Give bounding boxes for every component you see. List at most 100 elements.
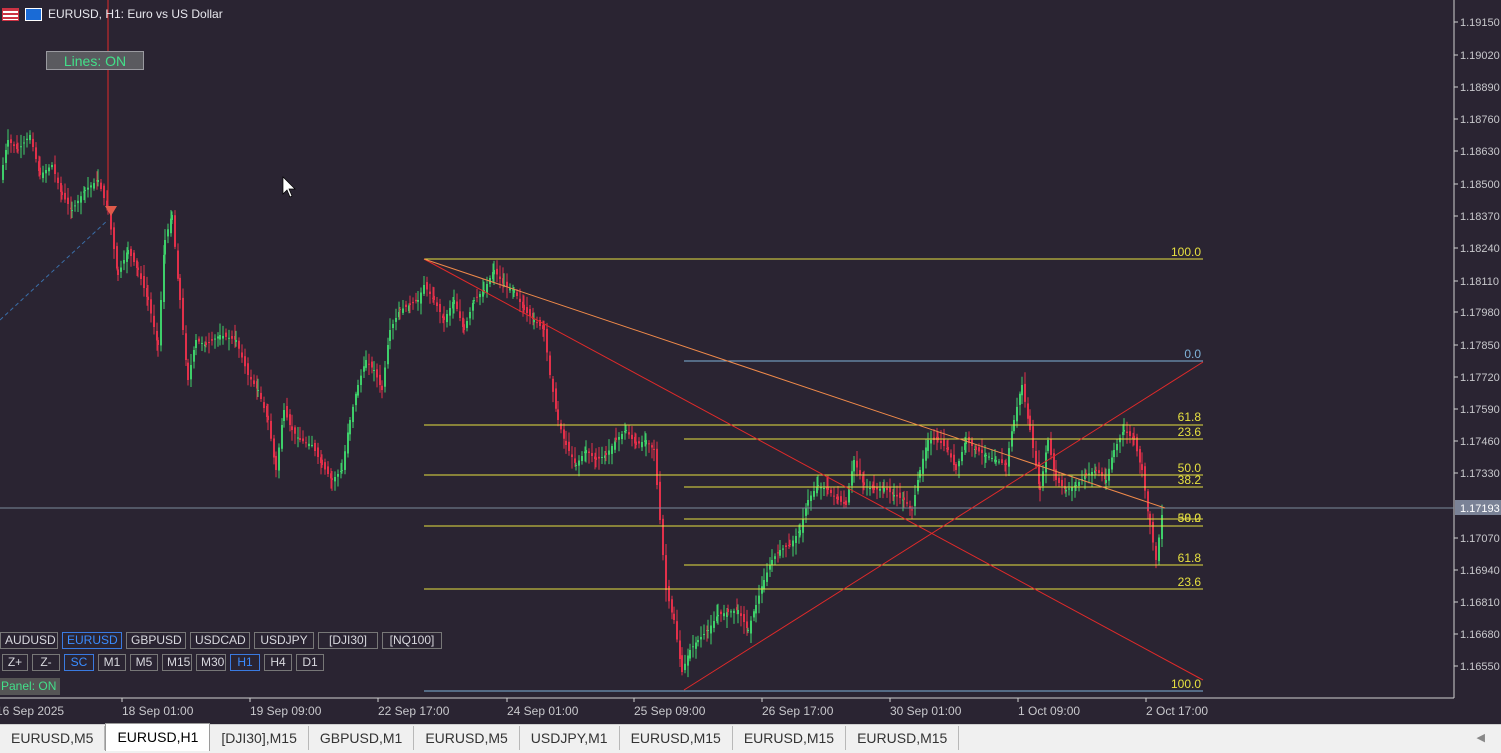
symbol-button-eurusd[interactable]: EURUSD xyxy=(62,632,122,649)
scroll-left-icon[interactable]: ◀ xyxy=(1477,731,1485,744)
candle-body xyxy=(77,200,79,204)
timeframe-button-zminus[interactable]: Z- xyxy=(32,654,60,671)
candle-body xyxy=(456,301,458,309)
candle-body xyxy=(740,613,742,616)
candle-body xyxy=(591,453,593,456)
candle-body xyxy=(703,634,705,635)
candle-body xyxy=(392,324,394,328)
timeframe-button-m1[interactable]: M1 xyxy=(98,654,126,671)
candle-body xyxy=(914,495,916,507)
candle-body xyxy=(1071,487,1073,492)
candle-body xyxy=(598,456,600,459)
candle-body xyxy=(360,375,362,385)
candle-body xyxy=(426,282,428,290)
candle-body xyxy=(763,580,765,590)
price-tick-label: 1.16810 xyxy=(1460,597,1500,609)
timeframe-button-h4[interactable]: H4 xyxy=(264,654,292,671)
chart-tab--dji30--m15[interactable]: [DJI30],M15 xyxy=(210,726,309,750)
candle-body xyxy=(449,308,451,316)
candle-body xyxy=(1024,383,1026,402)
candle-body xyxy=(981,449,983,453)
price-tick-label: 1.18500 xyxy=(1460,179,1500,191)
candle-body xyxy=(917,480,919,492)
chart-tab-gbpusd-m1[interactable]: GBPUSD,M1 xyxy=(309,726,415,750)
candle-body xyxy=(840,496,842,502)
candle-body xyxy=(1029,415,1031,430)
panel-toggle-button[interactable]: Panel: ON xyxy=(0,678,60,695)
candle-body xyxy=(235,340,237,343)
price-tick-label: 1.18630 xyxy=(1460,146,1500,158)
timeframe-button-zplus[interactable]: Z+ xyxy=(2,654,28,671)
timeframe-button-d1[interactable]: D1 xyxy=(296,654,324,671)
candle-body xyxy=(988,456,990,458)
candle-body xyxy=(533,320,535,323)
candle-body xyxy=(87,187,89,190)
candle-body xyxy=(267,415,269,420)
fib2-level-100: 100.0 xyxy=(1171,677,1201,691)
candle-body xyxy=(681,655,683,672)
symbol-button-audusd[interactable]: AUDUSD xyxy=(0,632,58,649)
candle-body xyxy=(943,439,945,446)
candle-body xyxy=(29,135,31,141)
timeframe-button-row: Z+ Z- SC M1 M5 M15 M30 H1 H4 D1 xyxy=(2,654,324,671)
candle-body xyxy=(402,308,404,313)
chart-tab-eurusd-m15[interactable]: EURUSD,M15 xyxy=(733,726,847,750)
lines-toggle-button[interactable]: Lines: ON xyxy=(46,51,144,70)
price-tick-label: 1.18110 xyxy=(1460,276,1499,288)
candle-body xyxy=(621,434,623,440)
candle-body xyxy=(813,491,815,497)
candle-body xyxy=(436,302,438,306)
candle-body xyxy=(289,414,291,425)
candle-body xyxy=(713,621,715,628)
candle-body xyxy=(67,197,69,204)
candle-body xyxy=(817,485,819,486)
candle-body xyxy=(395,318,397,322)
chart-tab-eurusd-h1[interactable]: EURUSD,H1 xyxy=(105,723,211,751)
candle-body xyxy=(1111,457,1113,470)
symbol-button-usdcad[interactable]: USDCAD xyxy=(190,632,250,649)
candle-body xyxy=(581,456,583,462)
candle-body xyxy=(185,333,187,360)
timeframe-button-m15[interactable]: M15 xyxy=(162,654,192,671)
candle-body xyxy=(710,625,712,634)
candle-body xyxy=(761,586,763,594)
candle-body xyxy=(737,610,739,615)
candle-body xyxy=(985,455,987,457)
candle-body xyxy=(795,536,797,543)
candle-body xyxy=(7,140,9,147)
chart-tab-eurusd-m15[interactable]: EURUSD,M15 xyxy=(620,726,733,750)
candle-body xyxy=(720,611,722,615)
candle-body xyxy=(355,393,357,406)
candle-body xyxy=(305,442,307,444)
candle-body xyxy=(940,440,942,443)
chart-tab-eurusd-m15[interactable]: EURUSD,M15 xyxy=(846,726,960,750)
timeframe-button-m5[interactable]: M5 xyxy=(130,654,158,671)
candle-body xyxy=(473,300,475,301)
timeframe-button-h1[interactable]: H1 xyxy=(230,654,260,671)
symbol-button-nq100[interactable]: [NQ100] xyxy=(382,632,442,649)
save-icon[interactable] xyxy=(25,7,42,21)
candle-body xyxy=(546,328,548,353)
candle-body xyxy=(785,545,787,547)
symbol-button-gbpusd[interactable]: GBPUSD xyxy=(126,632,186,649)
candle-body xyxy=(177,250,179,279)
symbol-button-usdjpy[interactable]: USDJPY xyxy=(254,632,314,649)
candle-body xyxy=(17,149,19,151)
timeframe-button-m30[interactable]: M30 xyxy=(196,654,226,671)
candle-body xyxy=(615,437,617,440)
candle-body xyxy=(496,268,498,275)
candle-body xyxy=(807,500,809,506)
timeframe-button-sc[interactable]: SC xyxy=(64,654,94,671)
symbol-button-dji30[interactable]: [DJI30] xyxy=(318,632,378,649)
chart-tab-eurusd-m5[interactable]: EURUSD,M5 xyxy=(0,726,106,750)
candle-body xyxy=(789,543,791,545)
candle-body xyxy=(1126,431,1128,433)
price-tick-label: 1.19150 xyxy=(1460,17,1500,29)
chart-tab-eurusd-m5[interactable]: EURUSD,M5 xyxy=(414,726,520,750)
candle-body xyxy=(659,481,661,520)
candle-body xyxy=(557,409,559,420)
menu-icon[interactable] xyxy=(2,7,19,21)
chart-tab-usdjpy-m1[interactable]: USDJPY,M1 xyxy=(520,726,620,750)
candle-body xyxy=(93,183,95,189)
candle-body xyxy=(1129,431,1131,436)
